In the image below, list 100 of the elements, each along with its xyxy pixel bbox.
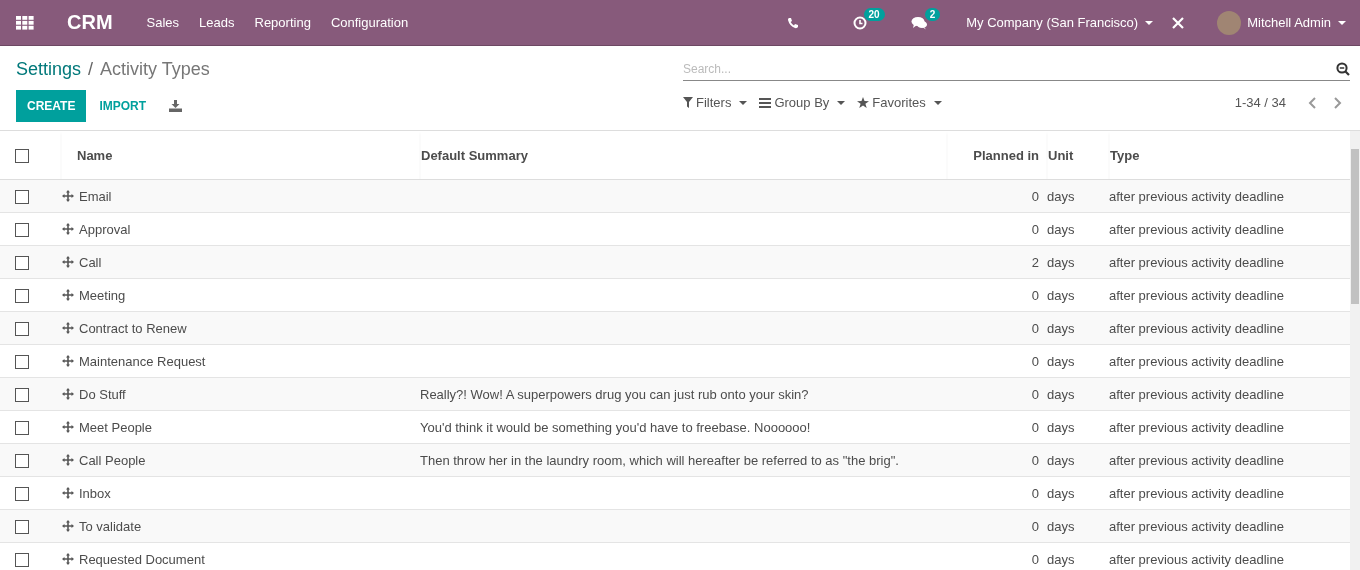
page-title: Activity Types xyxy=(100,59,210,80)
clock-icon[interactable] xyxy=(852,15,867,30)
menu-item[interactable]: Sales xyxy=(146,15,180,30)
table-cell: 0 xyxy=(1031,188,1039,204)
table-cell: days xyxy=(1047,551,1075,567)
download-icon[interactable] xyxy=(169,100,183,112)
drag-handle-icon[interactable] xyxy=(62,223,74,235)
previous-page-button[interactable] xyxy=(1308,96,1317,109)
column-header[interactable]: Planned in xyxy=(947,131,1047,180)
drag-handle-icon[interactable] xyxy=(62,388,74,400)
table-cell: days xyxy=(1047,485,1075,501)
pager-value: 1-34 / 34 xyxy=(1234,95,1286,110)
drag-handle-icon[interactable] xyxy=(62,421,74,433)
table-cell: after previous activity deadline xyxy=(1109,287,1284,303)
table-cell: days xyxy=(1047,188,1075,204)
caret-icon xyxy=(1338,20,1346,25)
user-menu[interactable]: Mitchell Admin xyxy=(1217,10,1346,35)
table-cell: days xyxy=(1047,221,1075,237)
menu-item[interactable]: Configuration xyxy=(330,15,409,30)
menu-item[interactable]: Reporting xyxy=(254,15,311,30)
table-cell: 0 xyxy=(1031,386,1039,402)
drag-handle-icon[interactable] xyxy=(62,487,74,499)
drag-handle-icon[interactable] xyxy=(62,190,74,202)
avatar-icon xyxy=(1217,10,1242,35)
row-checkbox[interactable] xyxy=(15,387,29,402)
row-checkbox[interactable] xyxy=(15,420,29,435)
caret-icon xyxy=(933,100,942,105)
import-button[interactable]: IMPORT xyxy=(86,90,160,122)
table-cell: days xyxy=(1047,386,1075,402)
row-checkbox[interactable] xyxy=(15,189,29,204)
row-checkbox[interactable] xyxy=(15,222,29,237)
drag-handle-icon[interactable] xyxy=(62,520,74,532)
funnel-icon xyxy=(683,97,693,108)
row-checkbox[interactable] xyxy=(15,321,29,336)
table-cell: Inbox xyxy=(79,485,111,501)
breadcrumb-separator: / xyxy=(88,59,94,80)
table-cell: after previous activity deadline xyxy=(1109,221,1284,237)
table-cell: To validate xyxy=(79,518,142,534)
drag-handle-icon[interactable] xyxy=(62,454,74,466)
column-header[interactable]: Unit xyxy=(1047,131,1109,180)
filter-dropdown[interactable]: Favorites xyxy=(857,95,942,110)
table-cell: after previous activity deadline xyxy=(1109,254,1284,270)
table-cell: after previous activity deadline xyxy=(1109,353,1284,369)
drag-handle-icon[interactable] xyxy=(62,289,74,301)
caret-icon xyxy=(1145,20,1154,25)
next-page-button[interactable] xyxy=(1333,96,1342,109)
table-cell: after previous activity deadline xyxy=(1109,320,1284,336)
column-header[interactable]: Name xyxy=(61,131,420,180)
chat-icon[interactable] xyxy=(910,15,928,30)
table-cell: days xyxy=(1047,353,1075,369)
caret-icon xyxy=(739,100,748,105)
row-checkbox[interactable] xyxy=(15,288,29,303)
filter-dropdown[interactable]: Filters xyxy=(683,95,748,110)
drag-handle-icon[interactable] xyxy=(62,553,74,565)
app-name[interactable]: CRM xyxy=(67,11,113,34)
table-cell: 2 xyxy=(1031,254,1039,270)
table-cell: 0 xyxy=(1031,485,1039,501)
phone-icon[interactable] xyxy=(786,16,799,29)
drag-handle-icon[interactable] xyxy=(62,355,74,367)
row-checkbox[interactable] xyxy=(15,486,29,501)
activity-count-badge: 20 xyxy=(863,7,885,21)
caret-icon xyxy=(837,100,846,105)
table-cell: Maintenance Request xyxy=(79,353,206,369)
row-checkbox[interactable] xyxy=(15,453,29,468)
table-cell: 0 xyxy=(1031,419,1039,435)
breadcrumb-link[interactable]: Settings xyxy=(16,59,82,80)
list-icon xyxy=(759,97,772,108)
column-header[interactable]: Default Summary xyxy=(420,131,947,180)
table-cell: 0 xyxy=(1031,320,1039,336)
company-switcher[interactable]: My Company (San Francisco) xyxy=(966,15,1154,30)
scrollbar[interactable] xyxy=(1350,131,1360,570)
table-cell: 0 xyxy=(1031,287,1039,303)
table-cell: Really?! Wow! A superpowers drug you can just rub onto your skin? xyxy=(420,386,809,402)
table-cell: after previous activity deadline xyxy=(1109,419,1284,435)
table-cell: 0 xyxy=(1031,452,1039,468)
table-cell: 0 xyxy=(1031,518,1039,534)
search-icon[interactable] xyxy=(1336,62,1350,76)
table-cell: Meet People xyxy=(79,419,152,435)
table-cell: after previous activity deadline xyxy=(1109,452,1284,468)
table-cell: days xyxy=(1047,287,1075,303)
table-cell: You'd think it would be something you'd have to freebase. Noooooo! xyxy=(420,419,811,435)
row-checkbox[interactable] xyxy=(15,255,29,270)
create-button[interactable]: CREATE xyxy=(16,90,87,122)
table-cell: 0 xyxy=(1031,221,1039,237)
table-cell: days xyxy=(1047,419,1075,435)
filter-dropdown[interactable]: Group By xyxy=(759,95,846,110)
table-cell: Do Stuff xyxy=(79,386,126,402)
table-cell: after previous activity deadline xyxy=(1109,386,1284,402)
drag-handle-icon[interactable] xyxy=(62,322,74,334)
message-count-badge: 2 xyxy=(924,7,941,21)
table-cell: Call xyxy=(79,254,102,270)
table-cell: Approval xyxy=(79,221,131,237)
row-checkbox[interactable] xyxy=(15,354,29,369)
drag-handle-icon[interactable] xyxy=(62,256,74,268)
row-checkbox[interactable] xyxy=(15,552,29,567)
table-cell: Requested Document xyxy=(79,551,205,567)
row-checkbox[interactable] xyxy=(15,519,29,534)
menu-item[interactable]: Leads xyxy=(199,15,235,30)
apps-menu-icon[interactable] xyxy=(16,15,34,30)
select-all-checkbox[interactable] xyxy=(15,148,29,163)
